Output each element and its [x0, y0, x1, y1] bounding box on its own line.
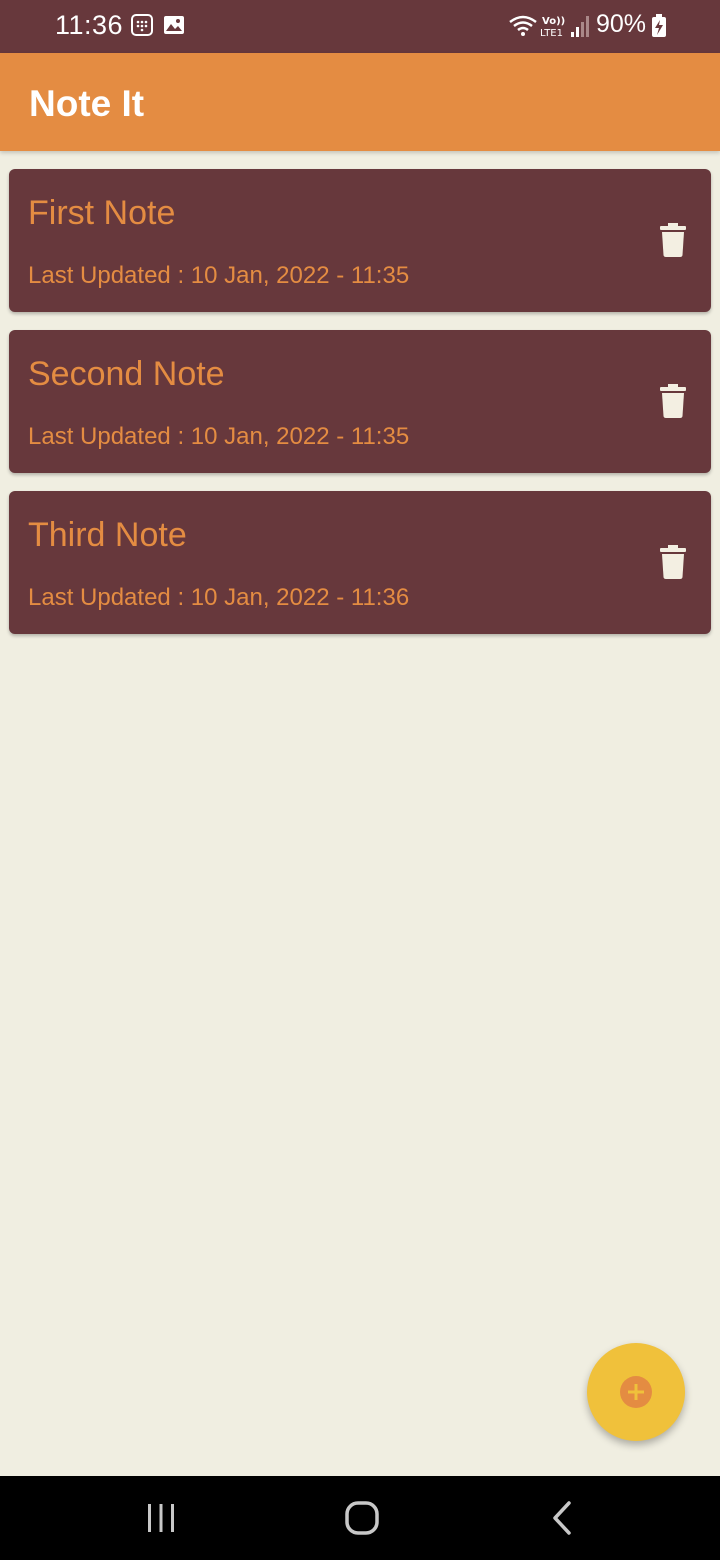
note-title: Second Note — [28, 355, 225, 393]
add-note-button[interactable] — [587, 1343, 685, 1441]
delete-icon[interactable] — [659, 545, 687, 579]
signal-icon — [570, 14, 592, 43]
recents-icon[interactable] — [141, 1498, 181, 1538]
delete-icon[interactable] — [659, 223, 687, 257]
navigation-bar — [0, 1476, 720, 1560]
note-card[interactable]: Third Note Last Updated : 10 Jan, 2022 -… — [9, 491, 711, 634]
back-icon[interactable] — [543, 1498, 583, 1538]
wifi-icon — [508, 14, 538, 43]
add-icon — [619, 1375, 653, 1409]
note-updated: Last Updated : 10 Jan, 2022 - 11:35 — [28, 423, 410, 450]
volte-icon: Vo)) LTE1 — [540, 14, 568, 43]
note-updated: Last Updated : 10 Jan, 2022 - 11:36 — [28, 584, 410, 611]
note-updated: Last Updated : 10 Jan, 2022 - 11:35 — [28, 262, 410, 289]
note-title: First Note — [28, 194, 176, 232]
note-card[interactable]: Second Note Last Updated : 10 Jan, 2022 … — [9, 330, 711, 473]
battery-charging-icon — [651, 14, 667, 43]
app-title: Note It — [29, 83, 145, 124]
image-icon — [162, 13, 186, 42]
home-icon[interactable] — [342, 1498, 382, 1538]
note-title: Third Note — [28, 516, 187, 554]
svg-text:Vo)): Vo)) — [542, 16, 565, 27]
status-time: 11:36 — [55, 10, 124, 40]
battery-level: 90% — [595, 10, 646, 38]
delete-icon[interactable] — [659, 384, 687, 418]
svg-text:LTE1: LTE1 — [540, 28, 563, 38]
screen: 11:36 Vo)) LTE1 90% Note It First Note L… — [0, 0, 720, 1560]
app-bar: Note It — [0, 53, 720, 151]
note-card[interactable]: First Note Last Updated : 10 Jan, 2022 -… — [9, 169, 711, 312]
status-bar: 11:36 Vo)) LTE1 90% — [0, 0, 720, 53]
calendar-icon — [130, 13, 154, 42]
